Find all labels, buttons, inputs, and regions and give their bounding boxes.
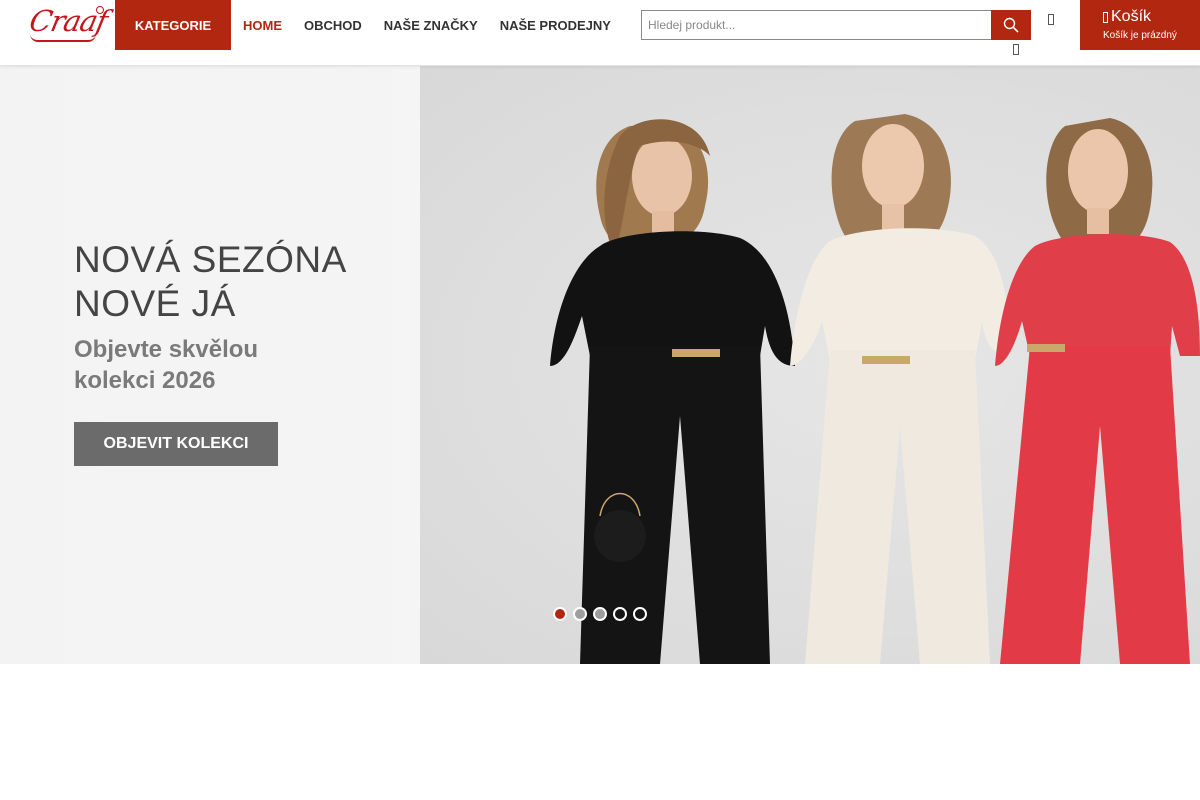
- categories-button[interactable]: KATEGORIE: [115, 0, 231, 50]
- model-red-outfit: [995, 118, 1200, 664]
- hero-title-line-2: NOVÉ JÁ: [74, 283, 236, 324]
- brand-logo[interactable]: Craaf: [26, 2, 110, 46]
- hero-banner[interactable]: NOVÁ SEZÓNA NOVÉ JÁ Objevte skvělou kole…: [0, 66, 1200, 664]
- nav-item-home[interactable]: HOME: [232, 18, 293, 33]
- cart-status: Košík je prázdný: [1103, 30, 1177, 41]
- hero-subtitle-line-1: Objevte skvělou: [74, 336, 259, 363]
- hero-subtitle: Objevte skvělou kolekci 2026: [74, 334, 258, 396]
- nav-item-shop[interactable]: OBCHOD: [293, 18, 373, 33]
- search-bar: [641, 10, 1031, 40]
- cart-title-row: Košík: [1103, 8, 1200, 26]
- slider-dot-2[interactable]: [573, 607, 587, 621]
- discover-collection-button[interactable]: OBJEVIT KOLEKCI: [74, 422, 278, 466]
- logo-swash: [30, 34, 96, 42]
- main-nav: HOME OBCHOD NAŠE ZNAČKY NAŠE PRODEJNY: [232, 0, 622, 50]
- site-header: Craaf KATEGORIE HOME OBCHOD NAŠE ZNAČKY …: [0, 0, 1200, 66]
- nav-item-stores[interactable]: NAŠE PRODEJNY: [489, 18, 622, 33]
- hero-title-line-1: NOVÁ SEZÓNA: [74, 239, 347, 280]
- user-icon[interactable]: [1045, 14, 1057, 30]
- slider-dot-3[interactable]: [593, 607, 607, 621]
- slider-dot-5[interactable]: [633, 607, 647, 621]
- model-white-outfit: [790, 114, 1010, 664]
- search-input[interactable]: [641, 10, 991, 40]
- nav-item-brands[interactable]: NAŠE ZNAČKY: [373, 18, 489, 33]
- hero-subtitle-line-2: kolekci 2026: [74, 367, 216, 394]
- model-black-outfit: [550, 119, 795, 664]
- logo-mark-icon: [96, 6, 104, 14]
- slider-dot-4[interactable]: [613, 607, 627, 621]
- slider-dot-1[interactable]: [553, 607, 567, 621]
- cart-button[interactable]: Košík Košík je prázdný: [1080, 0, 1200, 50]
- hero-title: NOVÁ SEZÓNA NOVÉ JÁ: [74, 238, 347, 326]
- cart-icon: [1103, 11, 1108, 23]
- search-button[interactable]: [991, 10, 1031, 40]
- slider-pagination: [553, 607, 647, 621]
- cart-title: Košík: [1111, 8, 1152, 25]
- search-icon: [1003, 17, 1019, 33]
- heart-icon[interactable]: [1010, 44, 1022, 60]
